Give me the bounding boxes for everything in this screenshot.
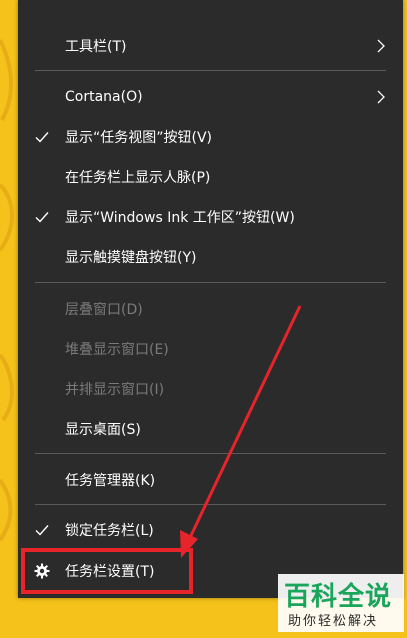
menu-item-label: 层叠窗口(D) <box>65 302 143 318</box>
menu-item-label: 在任务栏上显示人脉(P) <box>65 170 211 186</box>
menu-item-task-manager[interactable]: 任务管理器(K) <box>18 461 403 499</box>
check-icon <box>35 525 49 536</box>
watermark-subtitle: 助你轻松解决 <box>288 614 379 629</box>
menu-item-label: 显示触摸键盘按钮(Y) <box>65 250 197 266</box>
menu-item-show-touch-keyboard-button[interactable]: 显示触摸键盘按钮(Y) <box>18 238 403 276</box>
chevron-right-icon <box>377 90 385 104</box>
menu-item-label: 显示“任务视图”按钮(V) <box>65 130 213 146</box>
menu-item-label: 锁定任务栏(L) <box>65 523 154 539</box>
menu-item-show-desktop[interactable]: 显示桌面(S) <box>18 410 403 448</box>
watermark: 百科全说 助你轻松解决 <box>278 574 404 632</box>
menu-item-label: 显示桌面(S) <box>65 422 141 438</box>
menu-item-label: 任务管理器(K) <box>65 473 156 489</box>
menu-item-toolbars[interactable]: 工具栏(T) <box>18 27 403 65</box>
highlight-box <box>21 548 193 594</box>
watermark-title: 百科全说 <box>284 582 393 612</box>
menu-item-side-by-side-windows: 并排显示窗口(I) <box>18 370 403 408</box>
taskbar-context-menu: 工具栏(T) Cortana(O) 显示“任务视图”按钮(V) 在任务栏上显示人… <box>18 0 403 598</box>
menu-separator <box>35 504 386 505</box>
menu-item-stack-windows: 堆叠显示窗口(E) <box>18 330 403 368</box>
menu-item-show-task-view-button[interactable]: 显示“任务视图”按钮(V) <box>18 118 403 156</box>
check-icon <box>35 132 49 143</box>
menu-item-show-windows-ink-button[interactable]: 显示“Windows Ink 工作区”按钮(W) <box>18 198 403 236</box>
menu-separator <box>35 282 386 283</box>
menu-item-show-people[interactable]: 在任务栏上显示人脉(P) <box>18 158 403 196</box>
chevron-right-icon <box>377 39 385 53</box>
menu-item-label: 工具栏(T) <box>65 39 127 55</box>
menu-item-label: 堆叠显示窗口(E) <box>65 342 169 358</box>
menu-item-label: 并排显示窗口(I) <box>65 382 165 398</box>
menu-separator <box>35 453 386 454</box>
menu-item-lock-taskbar[interactable]: 锁定任务栏(L) <box>18 511 403 549</box>
menu-item-label: Cortana(O) <box>65 89 143 105</box>
menu-item-label: 显示“Windows Ink 工作区”按钮(W) <box>65 210 295 226</box>
menu-separator <box>35 70 386 71</box>
check-icon <box>35 212 49 223</box>
menu-item-cascade-windows: 层叠窗口(D) <box>18 290 403 328</box>
menu-item-cortana[interactable]: Cortana(O) <box>18 78 403 116</box>
